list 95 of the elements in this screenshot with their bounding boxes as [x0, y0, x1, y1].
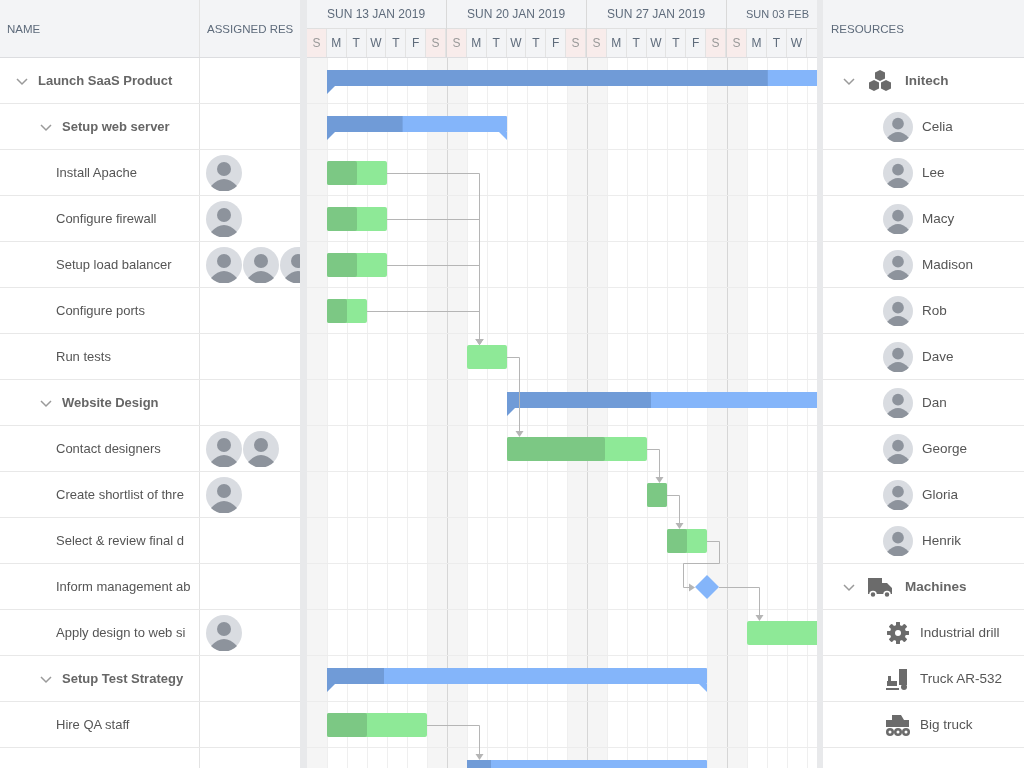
day-label: M [747, 29, 767, 57]
resource-name: Industrial drill [920, 625, 1000, 640]
summary-bar[interactable] [327, 668, 707, 692]
avatar [206, 154, 242, 191]
day-label: T [626, 29, 647, 57]
task-bar[interactable] [507, 437, 647, 461]
summary-bar[interactable] [507, 392, 817, 416]
resource-name: Gloria [922, 487, 958, 502]
day-label: M [326, 29, 347, 57]
resource-name: George [922, 441, 968, 456]
avatar [206, 614, 242, 651]
task-name: Select & review final d [56, 533, 184, 548]
day-label: W [366, 29, 387, 57]
avatar [883, 387, 913, 418]
task-bar[interactable] [327, 299, 367, 323]
summary-bar[interactable] [327, 116, 507, 140]
group-name: Initech [905, 73, 949, 88]
day-label: S [307, 29, 327, 57]
day-label: W [787, 29, 807, 57]
avatar [883, 295, 913, 326]
avatar [883, 111, 913, 142]
milestone-diamond[interactable] [695, 575, 719, 599]
avatar [883, 433, 913, 464]
avatar [243, 430, 279, 467]
resource-name: Dan [922, 395, 947, 410]
day-label: S [587, 29, 607, 57]
task-name: Configure firewall [56, 211, 157, 226]
task-name: Apply design to web si [56, 625, 186, 640]
task-name: Configure ports [56, 303, 145, 318]
panel-header: RESOURCES [831, 22, 904, 35]
avatar [883, 341, 913, 372]
resource-name: Rob [922, 303, 947, 318]
day-label: W [506, 29, 527, 57]
day-label: T [386, 29, 407, 57]
day-label: S [566, 29, 586, 57]
avatar [883, 249, 913, 280]
task-name: Create shortlist of thre [56, 487, 184, 502]
resource-name: Big truck [920, 717, 973, 732]
task-name: Install Apache [56, 165, 137, 180]
day-label: T [526, 29, 547, 57]
task-bar[interactable] [327, 253, 387, 277]
group-name: Machines [905, 579, 967, 594]
task-bar[interactable] [327, 161, 387, 185]
day-label: S [727, 29, 747, 57]
day-label: T [666, 29, 687, 57]
dependency-arrow [646, 449, 664, 483]
dependency-arrow [666, 495, 684, 529]
monster-truck-icon [885, 712, 911, 737]
task-bar[interactable] [667, 529, 707, 553]
avatar [206, 246, 242, 283]
resource-name: Truck AR-532 [920, 671, 1003, 686]
day-label: T [346, 29, 367, 57]
task-bar[interactable] [647, 483, 667, 507]
day-label: M [606, 29, 627, 57]
task-name: Setup load balancer [56, 257, 172, 272]
column-header[interactable]: NAME [0, 0, 200, 57]
resource-name: Macy [922, 211, 955, 226]
resource-name: Lee [922, 165, 945, 180]
summary-bar[interactable] [467, 760, 707, 768]
splitter[interactable] [300, 0, 307, 768]
resource-name: Henrik [922, 533, 961, 548]
task-name: Setup Test Strategy [62, 671, 184, 686]
gear-icon [885, 620, 911, 645]
dependency-arrow [426, 725, 484, 760]
task-name: Contact designers [56, 441, 161, 456]
avatar [206, 476, 242, 513]
avatar [883, 479, 913, 510]
resource-name: Celia [922, 119, 953, 134]
task-name: Run tests [56, 349, 111, 364]
day-label: S [447, 29, 467, 57]
avatar [883, 157, 913, 188]
column-header[interactable]: ASSIGNED RES [200, 0, 300, 57]
day-label: S [706, 29, 726, 57]
task-name: Website Design [62, 395, 159, 410]
resource-name: Dave [922, 349, 954, 364]
cubes-icon [867, 68, 893, 93]
day-label: M [466, 29, 487, 57]
task-bar[interactable] [467, 345, 507, 369]
day-label: T [767, 29, 787, 57]
day-label: T [486, 29, 507, 57]
task-bar[interactable] [327, 207, 387, 231]
avatar [206, 430, 242, 467]
day-label: W [646, 29, 667, 57]
task-name: Setup web server [62, 119, 170, 134]
task-name: Hire QA staff [56, 717, 130, 732]
task-bar[interactable] [327, 713, 427, 737]
avatar [206, 200, 242, 237]
avatar [883, 525, 913, 556]
day-label: S [426, 29, 446, 57]
task-bar[interactable] [747, 621, 817, 645]
summary-bar[interactable] [327, 70, 817, 94]
avatar [883, 203, 913, 234]
task-name: Launch SaaS Product [38, 73, 173, 88]
resource-name: Madison [922, 257, 974, 272]
task-name: Inform management ab [56, 579, 191, 594]
